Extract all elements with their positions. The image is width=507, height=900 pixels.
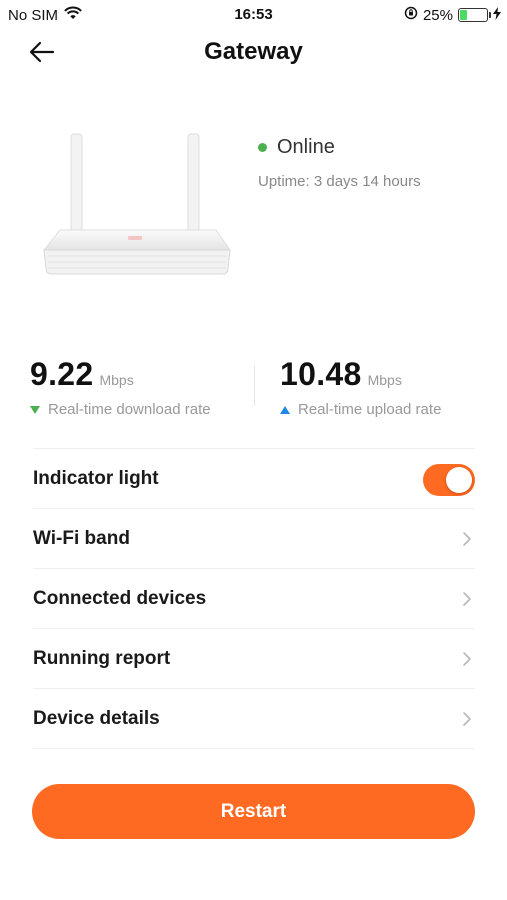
device-status: Online Uptime: 3 days 14 hours <box>258 136 421 190</box>
charging-icon <box>493 6 501 24</box>
status-bar: No SIM 16:53 25% <box>0 0 507 30</box>
upload-rate-unit: Mbps <box>367 372 402 388</box>
list-item-label: Connected devices <box>33 587 207 609</box>
restart-button[interactable]: Restart <box>32 784 475 839</box>
battery-icon <box>458 8 491 22</box>
gateway-screen: No SIM 16:53 25% Gateway Online Uptime: … <box>0 0 507 900</box>
list-item-label: Device details <box>33 707 160 729</box>
download-rate-label: Real-time download rate <box>48 401 211 418</box>
navigation-bar: Gateway <box>0 30 507 76</box>
device-details-item[interactable]: Device details <box>33 689 475 749</box>
battery-percent: 25% <box>422 6 453 24</box>
settings-list: Indicator light Wi-Fi band Connected dev… <box>33 448 475 749</box>
list-item-label: Wi-Fi band <box>33 527 130 549</box>
uptime-text: Uptime: 3 days 14 hours <box>258 173 421 190</box>
online-status-dot <box>258 143 267 152</box>
triangle-down-icon <box>30 405 40 414</box>
triangle-up-icon <box>280 405 290 414</box>
download-rate-value: 9.22 <box>30 356 94 392</box>
chevron-right-icon <box>463 592 471 606</box>
indicator-light-item: Indicator light <box>33 449 475 509</box>
toggle-knob <box>446 467 472 493</box>
router-image <box>38 128 238 288</box>
running-report-item[interactable]: Running report <box>33 629 475 689</box>
upload-rate-value: 10.48 <box>280 356 362 392</box>
upload-rate: 10.48 Mbps Real-time upload rate <box>280 356 441 418</box>
list-item-label: Running report <box>33 647 171 669</box>
chevron-right-icon <box>463 712 471 726</box>
chevron-right-icon <box>463 532 471 546</box>
page-title: Gateway <box>204 38 303 65</box>
rate-divider <box>254 366 255 406</box>
status-text: Online <box>277 136 335 158</box>
download-rate-unit: Mbps <box>99 372 134 388</box>
orientation-lock-icon <box>404 6 418 24</box>
list-item-label: Indicator light <box>33 467 159 489</box>
upload-rate-label: Real-time upload rate <box>298 401 442 418</box>
download-rate: 9.22 Mbps Real-time download rate <box>30 356 211 418</box>
chevron-right-icon <box>463 652 471 666</box>
connected-devices-item[interactable]: Connected devices <box>33 569 475 629</box>
battery-fill <box>460 10 467 20</box>
wifi-band-item[interactable]: Wi-Fi band <box>33 509 475 569</box>
indicator-light-toggle[interactable] <box>423 464 475 496</box>
